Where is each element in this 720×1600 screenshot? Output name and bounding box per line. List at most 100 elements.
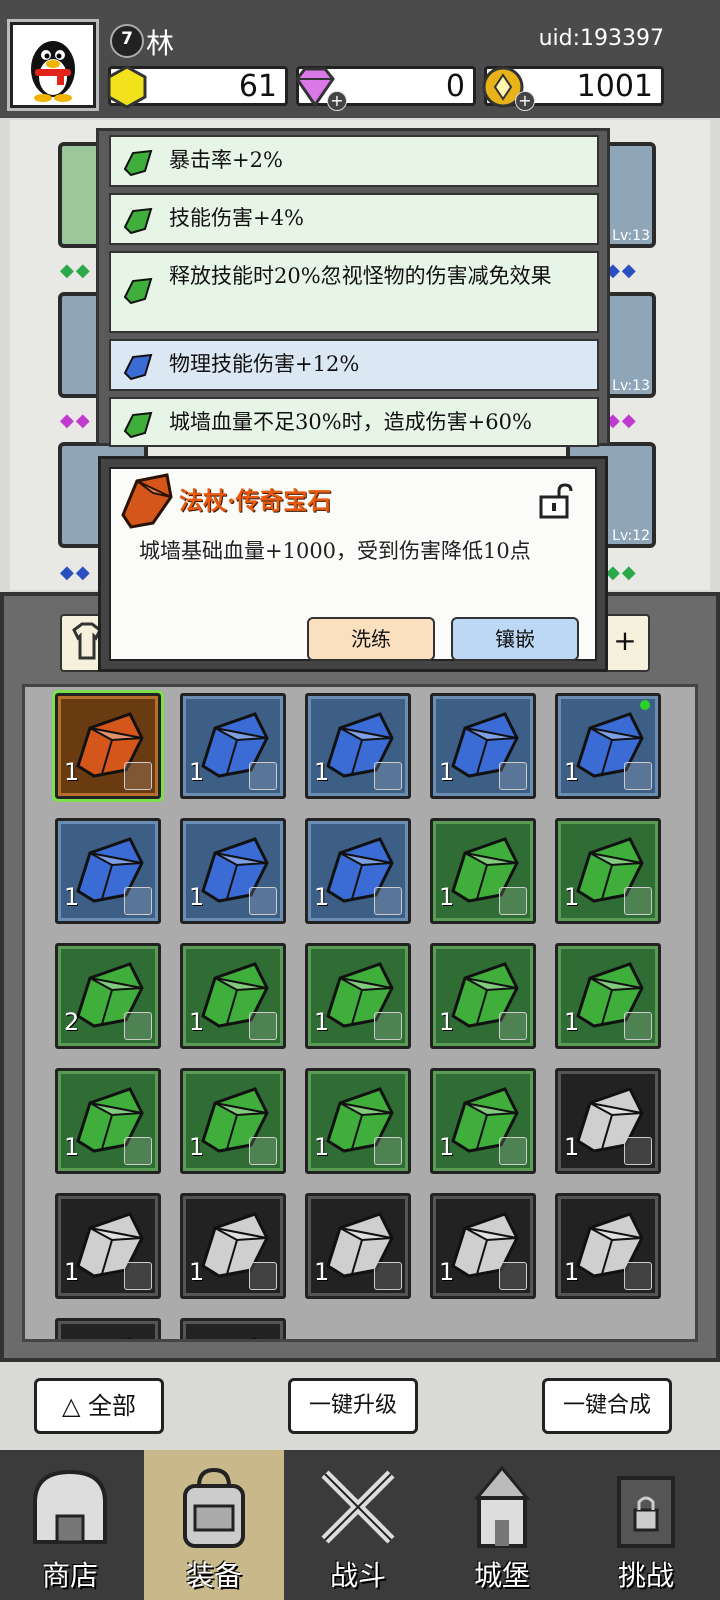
gem-slot[interactable]: 1 — [430, 1068, 536, 1174]
gem-count: 1 — [439, 883, 455, 911]
slot-level: Lv:13 — [612, 378, 650, 394]
gem-slot[interactable]: 1 — [430, 818, 536, 924]
armor-icon — [499, 1262, 527, 1290]
gem-bag-panel: 1 1 1 1 1 1 1 1 1 1 2 1 1 1 1 1 1 1 1 1 1 1 1 1 1 — [0, 592, 720, 1362]
gem-count: 1 — [314, 1133, 330, 1161]
ring-icon — [249, 1262, 277, 1290]
gem-slot[interactable]: 1 — [180, 943, 286, 1049]
gem-slot[interactable]: 1 — [555, 943, 661, 1049]
gem-slot[interactable]: 1 — [430, 693, 536, 799]
popup-body: 法杖·传奇宝石 城墙基础血量+1000，受到伤害降低10点 洗练 镶嵌 — [109, 467, 597, 661]
castle-icon — [473, 1465, 531, 1548]
gem-slot[interactable]: 1 — [305, 1193, 411, 1299]
gem-slot[interactable]: 1 — [52, 690, 164, 802]
add-diamond-button[interactable]: + — [327, 91, 347, 111]
nav-shop[interactable]: 商店 — [0, 1450, 140, 1600]
nav-label: 商店 — [41, 1559, 98, 1592]
grey-gem-icon — [250, 1337, 257, 1339]
gem-count: 1 — [189, 1008, 205, 1036]
gem-slot[interactable] — [180, 1318, 286, 1339]
gem-slot[interactable]: 1 — [555, 1068, 661, 1174]
gem-slot[interactable]: 1 — [180, 1068, 286, 1174]
gem-slot[interactable]: 1 — [555, 818, 661, 924]
attribute-text: 释放技能时20%忽视怪物的伤害减免效果 — [169, 264, 552, 288]
gem-count: 1 — [439, 1258, 455, 1286]
player-level-badge: 7 — [110, 24, 144, 58]
merge-all-button[interactable]: 一键合成 — [542, 1378, 672, 1434]
ring-icon — [624, 1137, 652, 1165]
lock-icon[interactable] — [537, 483, 577, 519]
attribute-text: 城墙血量不足30%时，造成伤害+60% — [169, 410, 532, 434]
yellow-gem-icon — [107, 65, 147, 109]
armor-icon — [499, 762, 527, 790]
gem-count: 2 — [64, 1008, 80, 1036]
necklace-icon — [374, 1137, 402, 1165]
gem-slot[interactable]: 1 — [55, 818, 161, 924]
gem-slot[interactable]: 1 — [305, 818, 411, 924]
shop-icon — [33, 1469, 107, 1544]
gem-slot[interactable]: 1 — [305, 943, 411, 1049]
attribute-row: 暴击率+2% — [109, 135, 599, 187]
upgrade-all-button[interactable]: 一键升级 — [288, 1378, 418, 1434]
boots-icon — [249, 1012, 277, 1040]
gem-slot[interactable]: 1 — [430, 943, 536, 1049]
gem-count: 1 — [189, 758, 205, 786]
staff-icon — [124, 887, 152, 915]
socket-dots-left-2: ◆◆ — [60, 410, 92, 431]
green-gem-icon — [123, 207, 153, 235]
gem-slot[interactable]: 2 — [55, 943, 161, 1049]
attribute-text: 技能伤害+4% — [169, 206, 304, 230]
nav-battle[interactable]: 战斗 — [288, 1450, 428, 1600]
add-coin-button[interactable]: + — [515, 91, 535, 111]
filter-all-button[interactable]: △ 全部 — [34, 1378, 164, 1434]
gem-slot[interactable]: 1 — [430, 1193, 536, 1299]
nav-castle[interactable]: 城堡 — [432, 1450, 572, 1600]
boots-icon — [374, 1012, 402, 1040]
gem-slot[interactable]: 1 — [55, 1193, 161, 1299]
reroll-button[interactable]: 洗练 — [307, 617, 435, 661]
gem-slot[interactable]: 1 — [180, 693, 286, 799]
gem-slot[interactable]: 1 — [305, 1068, 411, 1174]
penguin-avatar-icon — [31, 41, 75, 102]
top-bar: 7 林 uid:193397 61 + 0 + 1001 — [0, 0, 720, 118]
gem-count: 1 — [564, 1258, 580, 1286]
nav-equipment[interactable]: 装备 — [144, 1450, 284, 1600]
gem-count: 1 — [189, 1258, 205, 1286]
necklace-icon — [499, 1137, 527, 1165]
popup-title: 法杖·传奇宝石 — [179, 486, 332, 515]
ring-icon — [374, 762, 402, 790]
gem-slot[interactable] — [55, 1318, 161, 1339]
nav-label: 装备 — [185, 1559, 242, 1592]
gold-gem-value: 61 — [238, 69, 277, 104]
nav-challenge[interactable]: 挑战 — [576, 1450, 716, 1600]
helmet-icon — [624, 1012, 652, 1040]
gem-count: 1 — [564, 1133, 580, 1161]
filter-label: 全部 — [88, 1392, 137, 1420]
bottom-nav: 商店 装备 战斗 城堡 挑战 — [0, 1450, 720, 1600]
attribute-row: 释放技能时20%忽视怪物的伤害减免效果 — [109, 251, 599, 333]
gold-gem-counter: 61 — [107, 65, 288, 109]
nav-label: 战斗 — [329, 1559, 386, 1592]
gem-slot[interactable]: 1 — [180, 818, 286, 924]
gem-count: 1 — [64, 1258, 80, 1286]
gem-slot[interactable]: 1 — [55, 1068, 161, 1174]
gem-count: 1 — [564, 1008, 580, 1036]
attribute-row: 物理技能伤害+12% — [109, 339, 599, 391]
gem-slot[interactable]: 1 — [555, 1193, 661, 1299]
player-avatar[interactable] — [10, 22, 96, 108]
popup-description: 城墙基础血量+1000，受到伤害降低10点 — [139, 539, 531, 563]
gem-detail-popup: 法杖·传奇宝石 城墙基础血量+1000，受到伤害降低10点 洗练 镶嵌 — [98, 456, 608, 672]
gem-count: 1 — [314, 883, 330, 911]
gem-slot[interactable]: 1 — [555, 693, 661, 799]
gem-count: 1 — [314, 1008, 330, 1036]
staff-icon — [124, 762, 152, 790]
gem-count: 1 — [314, 758, 330, 786]
armor-icon — [374, 1262, 402, 1290]
gem-slot[interactable]: 1 — [180, 1193, 286, 1299]
green-gem-icon — [123, 411, 153, 439]
ring-icon — [624, 887, 652, 915]
gem-count: 1 — [64, 883, 80, 911]
gem-slot[interactable]: 1 — [305, 693, 411, 799]
staff-icon — [249, 887, 277, 915]
inlay-button[interactable]: 镶嵌 — [451, 617, 579, 661]
